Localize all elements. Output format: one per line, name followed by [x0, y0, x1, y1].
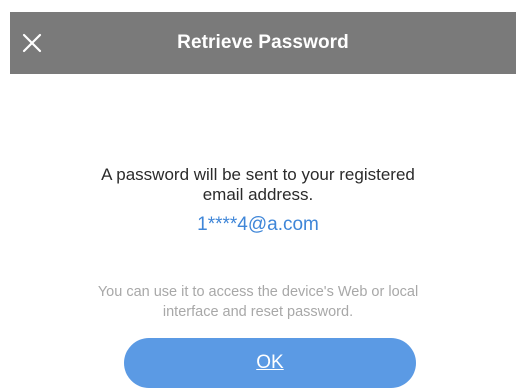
usage-hint-line-1: You can use it to access the device's We… [97, 284, 419, 300]
instruction-line-1: A password will be sent to your register… [101, 165, 415, 184]
instruction-message: A password will be sent to your register… [0, 165, 516, 205]
usage-hint-line-2: interface and reset password. [162, 304, 354, 320]
instruction-line-2: email address. [202, 185, 314, 204]
ok-button[interactable]: OK [124, 338, 416, 388]
page-title: Retrieve Password [177, 32, 349, 53]
usage-hint: You can use it to access the device's We… [0, 282, 516, 322]
registered-email: 1****4@a.com [197, 214, 319, 235]
title-bar: Retrieve Password [10, 12, 516, 74]
